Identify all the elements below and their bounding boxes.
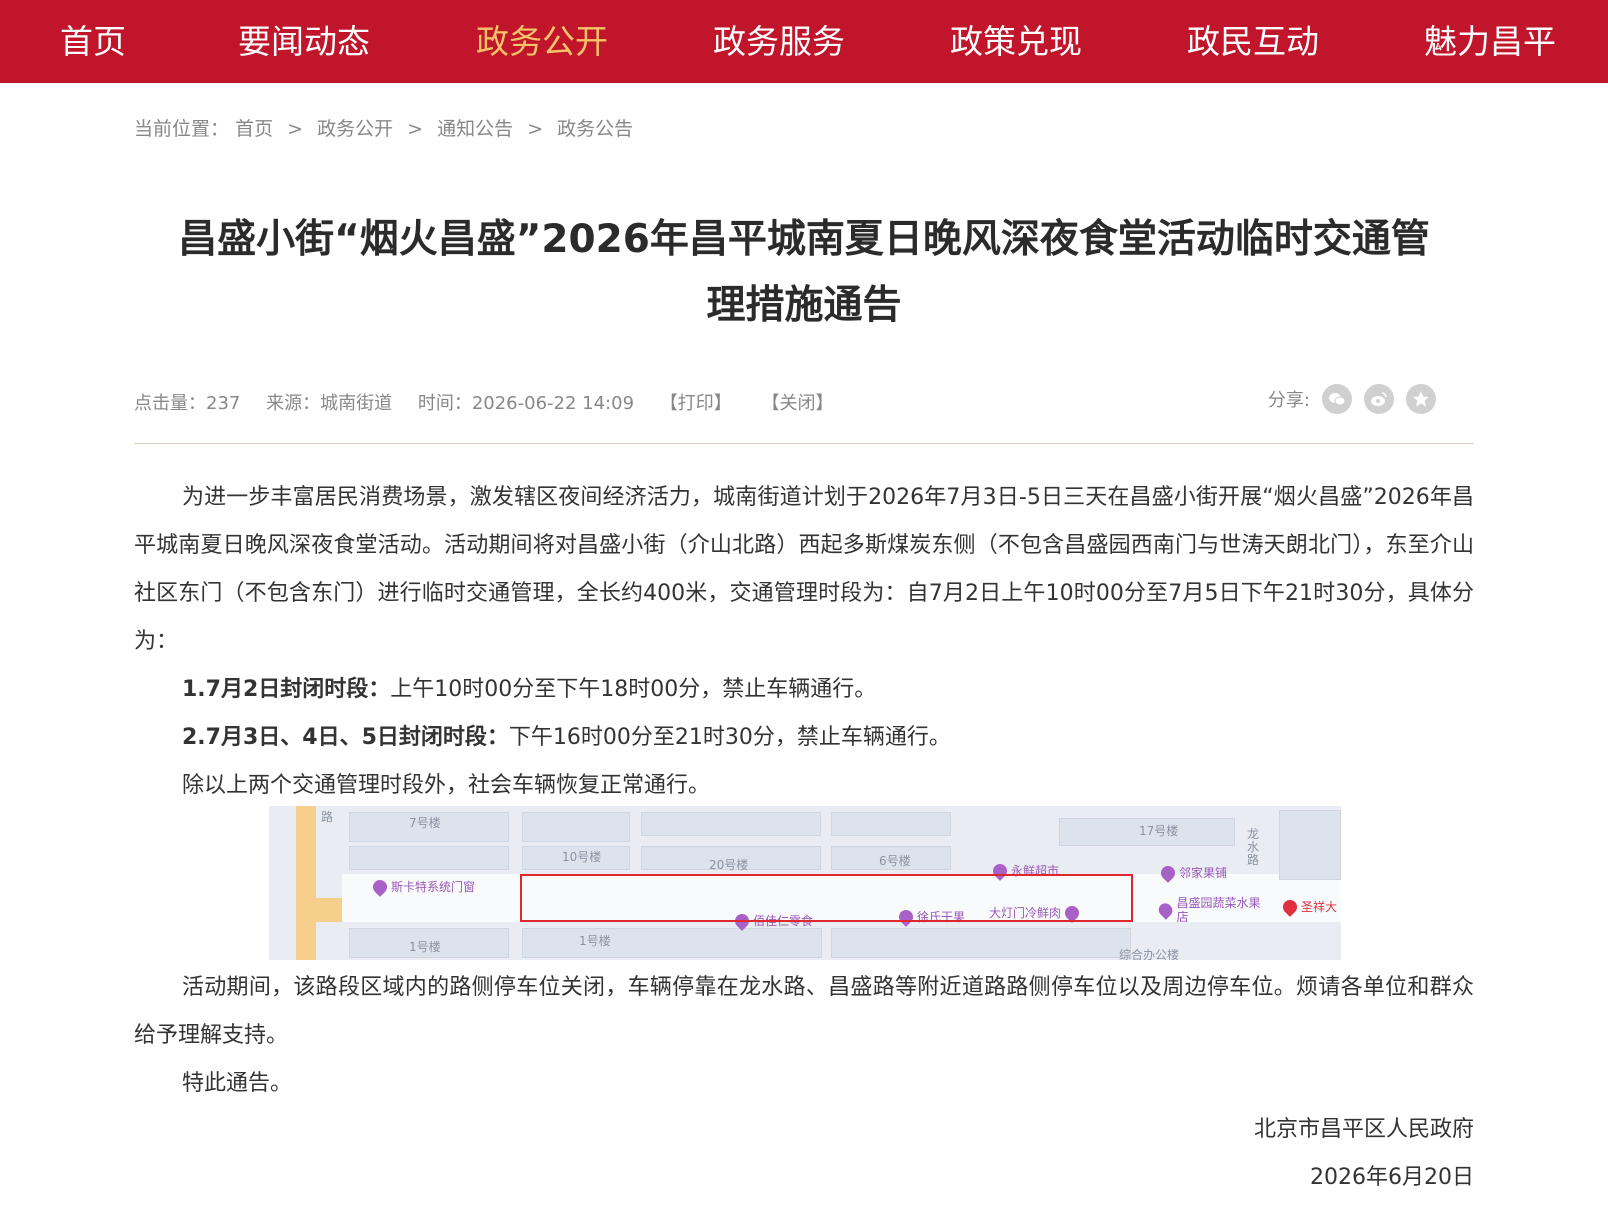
breadcrumb-separator: > — [407, 118, 424, 140]
views-label: 点击量： — [134, 393, 206, 414]
map-label-longshui-road: 龙水路 — [1247, 827, 1260, 867]
map-label: 1号楼 — [579, 934, 611, 948]
share-label: 分享: — [1267, 390, 1310, 411]
map-building — [349, 846, 509, 870]
article-paragraph-period1: 1.7月2日封闭时段：上午10时00分至下午18时00分，禁止车辆通行。 — [134, 666, 1474, 714]
article-meta: 点击量：237 来源：城南街道 时间：2026-06-22 14:09 【打印】… — [134, 389, 858, 415]
map-label: 17号楼 — [1139, 824, 1179, 838]
period2-heading: 2.7月3日、4日、5日封闭时段： — [182, 725, 509, 750]
breadcrumb-home[interactable]: 首页 — [235, 118, 273, 140]
map-road — [296, 806, 316, 960]
map-label: 10号楼 — [562, 850, 602, 864]
nav-item-interaction[interactable]: 政民互动 — [1187, 0, 1319, 83]
article-signature: 北京市昌平区人民政府 — [1253, 1117, 1474, 1142]
close-button[interactable]: 【关闭】 — [762, 393, 834, 414]
map-pin-icon — [1158, 862, 1178, 883]
closure-area-highlight — [520, 874, 1133, 922]
source-value: 城南街道 — [320, 393, 393, 414]
wechat-icon[interactable] — [1322, 384, 1352, 414]
nav-item-charm[interactable]: 魅力昌平 — [1424, 0, 1556, 83]
map-poi: 昌盛园蔬菜水果店 — [1156, 896, 1269, 924]
meta-divider — [134, 443, 1474, 444]
nav-item-gov-open[interactable]: 政务公开 — [476, 0, 608, 83]
map-label: 1号楼 — [409, 940, 441, 954]
period1-heading: 1.7月2日封闭时段： — [182, 677, 391, 702]
map-label: 6号楼 — [879, 854, 911, 868]
map-pin-icon — [370, 876, 390, 897]
nav-item-gov-service[interactable]: 政务服务 — [713, 0, 845, 83]
nav-item-home[interactable]: 首页 — [60, 0, 126, 83]
breadcrumb-prefix: 当前位置： — [134, 118, 230, 140]
article-paragraph-period2: 2.7月3日、4日、5日封闭时段：下午16时00分至21时30分，禁止车辆通行。 — [134, 714, 1474, 762]
breadcrumb-notices[interactable]: 通知公告 — [437, 118, 513, 140]
map-label: 20号楼 — [709, 858, 749, 872]
traffic-control-map: 路 7号楼 10号楼 20号楼 6号楼 17号楼 1号楼 1号楼 龙水路 斯卡特… — [269, 806, 1341, 960]
period1-text: 上午10时00分至下午18时00分，禁止车辆通行。 — [390, 677, 877, 702]
map-building — [1279, 810, 1341, 880]
map-building — [522, 928, 822, 958]
map-label: 路 — [321, 810, 334, 824]
article-paragraph-parking: 活动期间，该路段区域内的路侧停车位关闭，车辆停靠在龙水路、昌盛路等附近道路路侧停… — [134, 975, 1474, 1048]
share-bar: 分享: — [1268, 384, 1436, 414]
map-building — [641, 812, 821, 836]
map-poi: 斯卡特系统门窗 — [370, 876, 475, 897]
breadcrumb-separator: > — [287, 118, 304, 140]
map-building — [831, 928, 1131, 958]
map-pin-icon — [1156, 900, 1176, 920]
article-date: 2026年6月20日 — [1310, 1165, 1474, 1190]
article-title-line1: 昌盛小街“烟火昌盛”2026年昌平城南夏日晚风深夜食堂活动临时交通管 — [178, 217, 1430, 262]
map-label: 综合办公楼 — [1119, 948, 1180, 960]
map-poi: 邻家果铺 — [1158, 862, 1227, 883]
breadcrumb-separator: > — [527, 118, 544, 140]
nav-item-news[interactable]: 要闻动态 — [238, 0, 370, 83]
breadcrumb-gov-announcements[interactable]: 政务公告 — [557, 118, 633, 140]
top-nav: 首页 要闻动态 政务公开 政务服务 政策兑现 政民互动 魅力昌平 — [0, 0, 1608, 83]
period2-text: 下午16时00分至21时30分，禁止车辆通行。 — [508, 725, 951, 750]
map-poi: 圣祥大 — [1280, 896, 1337, 917]
article-title-line2: 理措施通告 — [706, 283, 902, 328]
qzone-icon[interactable] — [1406, 384, 1436, 414]
map-pin-icon — [1280, 896, 1300, 917]
map-building — [522, 812, 630, 842]
article-paragraph-normal-traffic: 除以上两个交通管理时段外，社会车辆恢复正常通行。 — [182, 773, 711, 798]
article-paragraph-closing: 特此通告。 — [182, 1071, 293, 1096]
time-value: 2026-06-22 14:09 — [471, 393, 635, 414]
views-count: 237 — [206, 393, 241, 414]
map-building — [831, 812, 951, 836]
map-road — [316, 898, 342, 922]
weibo-icon[interactable] — [1364, 384, 1394, 414]
breadcrumb: 当前位置： 首页 > 政务公开 > 通知公告 > 政务公告 — [134, 114, 633, 141]
nav-item-policy[interactable]: 政策兑现 — [950, 0, 1082, 83]
map-label: 7号楼 — [409, 816, 441, 830]
print-button[interactable]: 【打印】 — [660, 393, 732, 414]
source-label: 来源： — [266, 393, 321, 414]
article-paragraph-intro: 为进一步丰富居民消费场景，激发辖区夜间经济活力，城南街道计划于2026年7月3日… — [134, 485, 1474, 654]
breadcrumb-gov-open[interactable]: 政务公开 — [317, 118, 393, 140]
time-label: 时间： — [417, 393, 472, 414]
